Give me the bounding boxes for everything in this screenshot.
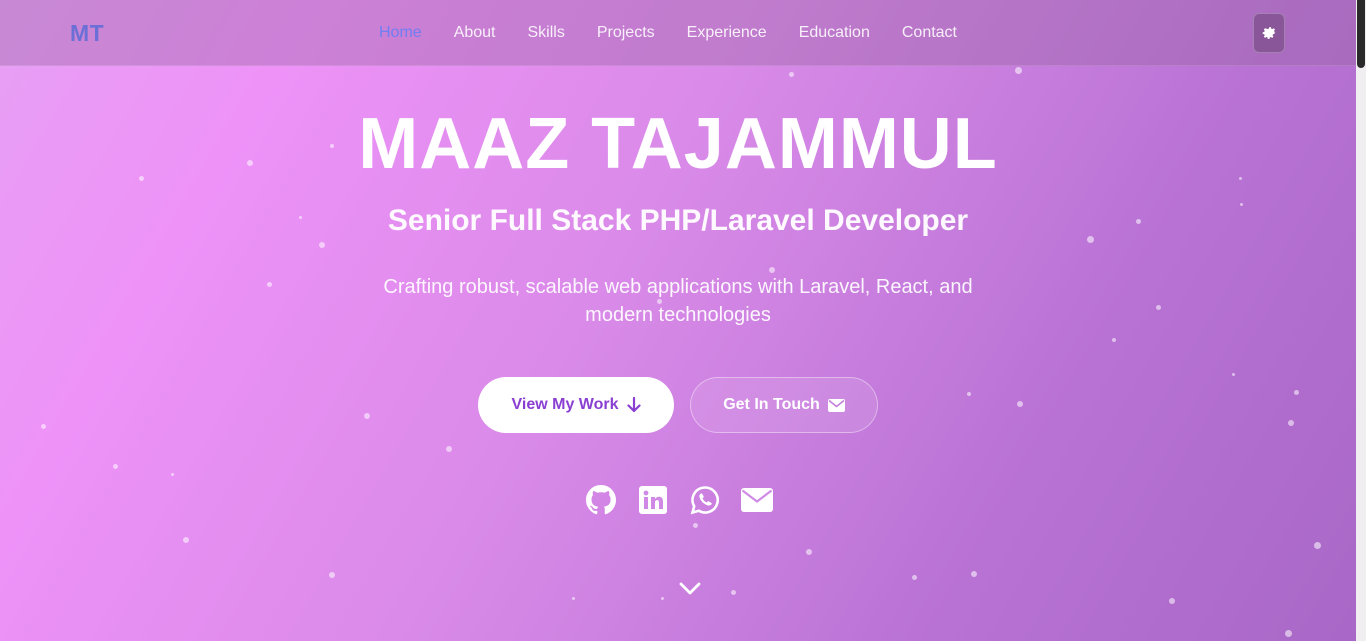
theme-toggle-button[interactable] — [1253, 13, 1285, 53]
whatsapp-icon — [690, 486, 719, 515]
email-link[interactable] — [741, 484, 773, 516]
scrollbar-thumb[interactable] — [1357, 0, 1365, 68]
github-link[interactable] — [585, 484, 617, 516]
linkedin-link[interactable] — [637, 484, 669, 516]
nav-item-experience[interactable]: Experience — [687, 24, 767, 42]
view-my-work-button[interactable]: View My Work — [478, 377, 674, 433]
view-my-work-label: View My Work — [511, 396, 619, 413]
nav-menu: Home About Skills Projects Experience Ed… — [379, 24, 957, 42]
scroll-down-button[interactable] — [677, 578, 703, 598]
hero-role: Senior Full Stack PHP/Laravel Developer — [387, 204, 969, 237]
top-navbar: MT Home About Skills Projects Experience… — [0, 0, 1356, 66]
nav-item-education[interactable]: Education — [799, 24, 870, 42]
envelope-icon — [827, 398, 845, 412]
gear-icon — [1262, 27, 1277, 39]
linkedin-icon — [639, 486, 667, 514]
social-links — [585, 484, 773, 516]
nav-item-projects[interactable]: Projects — [597, 24, 655, 42]
hero-section: MT Home About Skills Projects Experience… — [0, 0, 1356, 641]
whatsapp-link[interactable] — [689, 484, 721, 516]
github-icon — [586, 485, 616, 515]
hero-tagline: Crafting robust, scalable web applicatio… — [383, 276, 973, 326]
nav-item-about[interactable]: About — [454, 24, 496, 42]
chevron-down-icon — [679, 582, 701, 595]
site-logo[interactable]: MT — [70, 20, 104, 47]
arrow-down-icon — [626, 397, 641, 413]
nav-item-home[interactable]: Home — [379, 24, 422, 42]
nav-item-contact[interactable]: Contact — [902, 24, 957, 42]
hero-name: MAAZ TAJAMMUL — [358, 104, 998, 184]
get-in-touch-label: Get In Touch — [723, 396, 820, 413]
email-icon — [741, 488, 773, 512]
nav-item-skills[interactable]: Skills — [528, 24, 565, 42]
get-in-touch-button[interactable]: Get In Touch — [690, 377, 878, 433]
page-scrollbar[interactable] — [1356, 0, 1366, 641]
